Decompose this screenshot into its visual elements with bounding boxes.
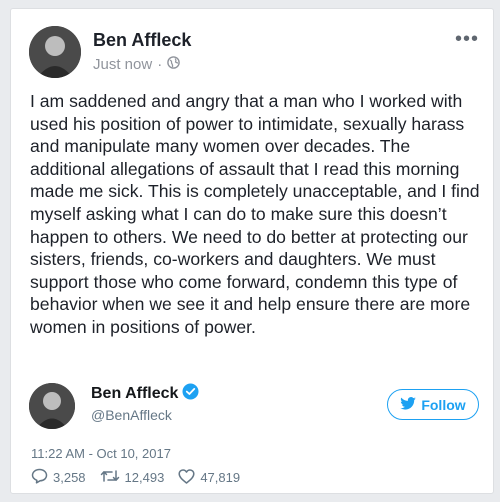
like-count: 47,819 — [200, 470, 241, 485]
reply-count: 3,258 — [53, 470, 86, 485]
more-options-icon[interactable]: ••• — [455, 29, 479, 49]
author-avatar[interactable] — [29, 26, 81, 78]
post-body-text: I am saddened and angry that a man who I… — [30, 91, 480, 337]
tweet-handle[interactable]: @BenAffleck — [91, 407, 172, 423]
follow-label: Follow — [421, 396, 466, 413]
retweet-action[interactable]: 12,493 — [100, 468, 165, 487]
embedded-tweet: Ben Affleck @BenAffleck Follow 11:22 AM … — [29, 373, 479, 485]
meta-separator: · — [157, 56, 163, 73]
follow-button[interactable]: Follow — [387, 389, 479, 420]
post-header: Ben Affleck Just now · ••• — [29, 22, 479, 86]
verified-badge-icon — [182, 383, 199, 405]
tweet-timestamp[interactable]: 11:22 AM - Oct 10, 2017 — [31, 446, 171, 461]
tweet-author-name-row[interactable]: Ben Affleck — [91, 383, 199, 405]
retweet-count: 12,493 — [124, 470, 165, 485]
twitter-bird-icon — [400, 396, 417, 413]
heart-icon — [178, 468, 195, 487]
post-meta: Just now · — [93, 56, 181, 73]
facebook-post-card: Ben Affleck Just now · ••• I am saddened… — [10, 8, 494, 494]
post-timestamp[interactable]: Just now — [93, 56, 152, 73]
retweet-icon — [100, 469, 120, 486]
reply-action[interactable]: 3,258 — [31, 468, 86, 487]
like-action[interactable]: 47,819 — [178, 468, 240, 487]
tweet-actions: 3,258 12,493 47,819 — [31, 468, 240, 487]
reply-icon — [31, 468, 48, 487]
tweet-author-name: Ben Affleck — [91, 385, 179, 402]
author-name[interactable]: Ben Affleck — [93, 30, 191, 51]
globe-icon — [167, 56, 181, 73]
tweet-author-avatar[interactable] — [29, 383, 75, 429]
